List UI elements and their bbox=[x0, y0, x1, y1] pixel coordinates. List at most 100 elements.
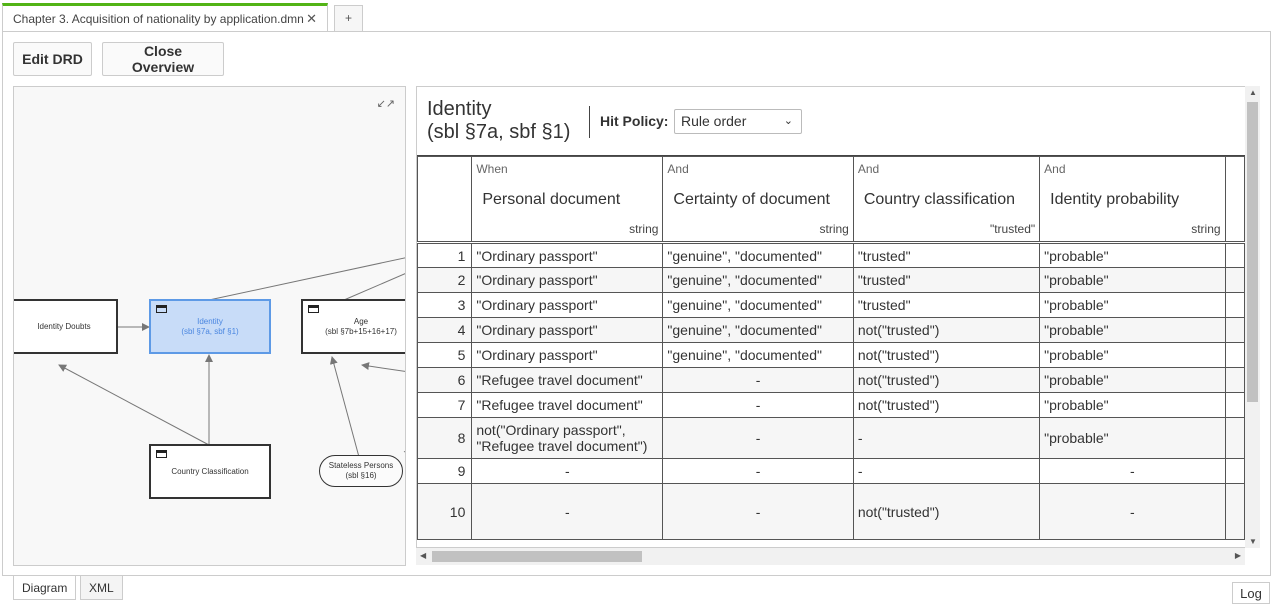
rule-cell[interactable]: - bbox=[852, 458, 1041, 484]
scroll-right-icon[interactable]: ▶ bbox=[1235, 551, 1241, 560]
rule-cell[interactable]: - bbox=[662, 392, 854, 418]
node-identity-doubts[interactable]: Identity Doubts bbox=[14, 299, 118, 354]
edge-country-doubts bbox=[58, 364, 210, 446]
decision-subtitle: (sbl §7a, sbf §1) bbox=[427, 121, 571, 143]
rule-cell[interactable]: "probable" bbox=[1039, 267, 1226, 293]
rule-cell[interactable]: "trusted" bbox=[852, 292, 1041, 318]
input-column-certainty[interactable]: And Certainty of document string bbox=[662, 156, 854, 244]
decision-table-panel: Identity (sbl §7a, sbf §1) Hit Policy: R… bbox=[416, 86, 1245, 548]
decision-table-icon bbox=[156, 450, 167, 458]
clause-label: And bbox=[1044, 162, 1066, 176]
edge-age-in bbox=[361, 362, 405, 372]
input-column-identity-probability[interactable]: And Identity probability string bbox=[1039, 156, 1226, 244]
rule-cell[interactable]: "genuine", "documented" bbox=[662, 342, 854, 368]
table-row[interactable]: 8 not("Ordinary passport", "Refugee trave… bbox=[417, 417, 1245, 459]
table-row[interactable]: 7 "Refugee travel document" - not("trusted"… bbox=[417, 392, 1245, 418]
rule-cell[interactable]: not("Ordinary passport", "Refugee travel… bbox=[471, 417, 664, 459]
rule-cell[interactable]: not("trusted") bbox=[852, 342, 1041, 368]
scroll-up-icon[interactable]: ▲ bbox=[1249, 88, 1257, 97]
scroll-down-icon[interactable]: ▼ bbox=[1249, 537, 1257, 546]
rule-cell[interactable]: "Ordinary passport" bbox=[471, 267, 664, 293]
rule-cell[interactable]: - bbox=[471, 483, 664, 540]
rule-cell[interactable]: "trusted" bbox=[852, 242, 1041, 268]
close-overview-button[interactable]: Close Overview bbox=[102, 42, 224, 76]
rule-cell[interactable]: not("trusted") bbox=[852, 367, 1041, 393]
table-row[interactable]: 1 "Ordinary passport" "genuine", "document… bbox=[417, 242, 1245, 268]
file-tab[interactable]: Chapter 3. Acquisition of nationality by… bbox=[2, 3, 328, 32]
next-column-cell bbox=[1224, 417, 1245, 459]
rule-cell[interactable]: "probable" bbox=[1039, 292, 1226, 318]
rule-cell[interactable]: "trusted" bbox=[852, 267, 1041, 293]
node-stateless-label: Stateless Persons bbox=[328, 461, 394, 470]
rule-cell[interactable]: "genuine", "documented" bbox=[662, 292, 854, 318]
node-country-classification[interactable]: Country Classification bbox=[149, 444, 271, 499]
node-identity-doubts-label: Identity Doubts bbox=[37, 321, 91, 331]
edit-drd-button[interactable]: Edit DRD bbox=[13, 42, 92, 76]
table-row[interactable]: 9---- bbox=[417, 458, 1245, 484]
table-row[interactable]: 10- - not("trusted") - bbox=[417, 483, 1245, 540]
rule-cell[interactable]: - bbox=[852, 417, 1041, 459]
vertical-scrollbar[interactable]: ▲ ▼ bbox=[1245, 86, 1260, 548]
scroll-left-icon[interactable]: ◀ bbox=[420, 551, 426, 560]
clause-label: And bbox=[857, 162, 880, 176]
rule-cell[interactable]: - bbox=[471, 458, 664, 484]
rule-cell[interactable]: - bbox=[1039, 458, 1226, 484]
next-column-cell bbox=[1224, 317, 1245, 343]
edge-stateless-out bbox=[403, 450, 405, 453]
rule-cell[interactable]: "genuine", "documented" bbox=[662, 242, 854, 268]
file-tab-label: Chapter 3. Acquisition of nationality by… bbox=[13, 12, 304, 26]
next-column-cell bbox=[1224, 367, 1245, 393]
hit-policy-select[interactable]: Rule order ⌄ bbox=[674, 109, 802, 134]
rule-cell[interactable]: "Refugee travel document" bbox=[471, 367, 664, 393]
next-column-cell bbox=[1224, 342, 1245, 368]
rule-cell[interactable]: "Ordinary passport" bbox=[471, 317, 664, 343]
node-identity[interactable]: Identity (sbl §7a, sbf §1) bbox=[149, 299, 271, 354]
rule-cell[interactable]: "Ordinary passport" bbox=[471, 342, 664, 368]
rule-cell[interactable]: not("trusted") bbox=[852, 483, 1041, 540]
vertical-scroll-thumb[interactable] bbox=[1247, 102, 1258, 402]
decision-table-header: Identity (sbl §7a, sbf §1) Hit Policy: R… bbox=[417, 87, 1245, 156]
next-column-cell bbox=[1224, 292, 1245, 318]
rule-cell[interactable]: "Ordinary passport" bbox=[471, 242, 664, 268]
rule-cell[interactable]: not("trusted") bbox=[852, 317, 1041, 343]
rule-cell[interactable]: "probable" bbox=[1039, 417, 1226, 459]
rule-cell[interactable]: "probable" bbox=[1039, 317, 1226, 343]
horizontal-scroll-thumb[interactable] bbox=[432, 551, 642, 562]
rule-cell[interactable]: - bbox=[662, 458, 854, 484]
table-row[interactable]: 2 "Ordinary passport" "genuine", "document… bbox=[417, 267, 1245, 293]
rule-cell[interactable]: "probable" bbox=[1039, 367, 1226, 393]
node-age[interactable]: Age (sbl §7b+15+16+17) bbox=[301, 299, 405, 354]
input-column-country-classification[interactable]: And Country classification "trusted" bbox=[852, 156, 1041, 244]
rule-cell[interactable]: "probable" bbox=[1039, 342, 1226, 368]
tab-xml[interactable]: XML bbox=[80, 576, 123, 600]
rule-cell[interactable]: not("trusted") bbox=[852, 392, 1041, 418]
add-tab-button[interactable]: + bbox=[334, 5, 363, 32]
rule-cell[interactable]: "probable" bbox=[1039, 392, 1226, 418]
rule-cell[interactable]: "Refugee travel document" bbox=[471, 392, 664, 418]
rule-cell[interactable]: - bbox=[662, 367, 854, 393]
rule-cell[interactable]: "Ordinary passport" bbox=[471, 292, 664, 318]
table-row[interactable]: 4 "Ordinary passport" "genuine", "document… bbox=[417, 317, 1245, 343]
horizontal-scrollbar[interactable]: ◀ ▶ bbox=[416, 548, 1245, 565]
header-divider bbox=[589, 106, 590, 138]
tab-diagram[interactable]: Diagram bbox=[13, 576, 77, 600]
rule-cell[interactable]: "probable" bbox=[1039, 242, 1226, 268]
decision-table-title[interactable]: Identity (sbl §7a, sbf §1) bbox=[427, 98, 570, 144]
rule-cell[interactable]: - bbox=[662, 417, 854, 459]
drd-diagram-panel[interactable]: ↙↗ Identity Doubts Identity (sbl §7a, sb… bbox=[13, 86, 406, 566]
input-label: Certainty of document bbox=[673, 191, 830, 208]
table-row[interactable]: 3 "Ordinary passport" "genuine", "document… bbox=[417, 292, 1245, 318]
rule-cell[interactable]: - bbox=[1039, 483, 1226, 540]
table-row[interactable]: 6 "Refugee travel document" - not("trusted"… bbox=[417, 367, 1245, 393]
input-column-personal-document[interactable]: When Personal document string bbox=[471, 156, 664, 244]
rule-cell[interactable]: "genuine", "documented" bbox=[662, 317, 854, 343]
rule-cell[interactable]: - bbox=[662, 483, 854, 540]
type-ref: string bbox=[819, 222, 849, 236]
log-button[interactable]: Log bbox=[1232, 582, 1270, 604]
table-row[interactable]: 5 "Ordinary passport" "genuine", "document… bbox=[417, 342, 1245, 368]
rule-index: 4 bbox=[417, 317, 473, 343]
node-stateless-persons[interactable]: Stateless Persons (sbl §16) bbox=[319, 455, 403, 487]
node-age-label: Age bbox=[353, 316, 369, 326]
rule-cell[interactable]: "genuine", "documented" bbox=[662, 267, 854, 293]
close-tab-icon[interactable]: ✕ bbox=[306, 11, 317, 27]
